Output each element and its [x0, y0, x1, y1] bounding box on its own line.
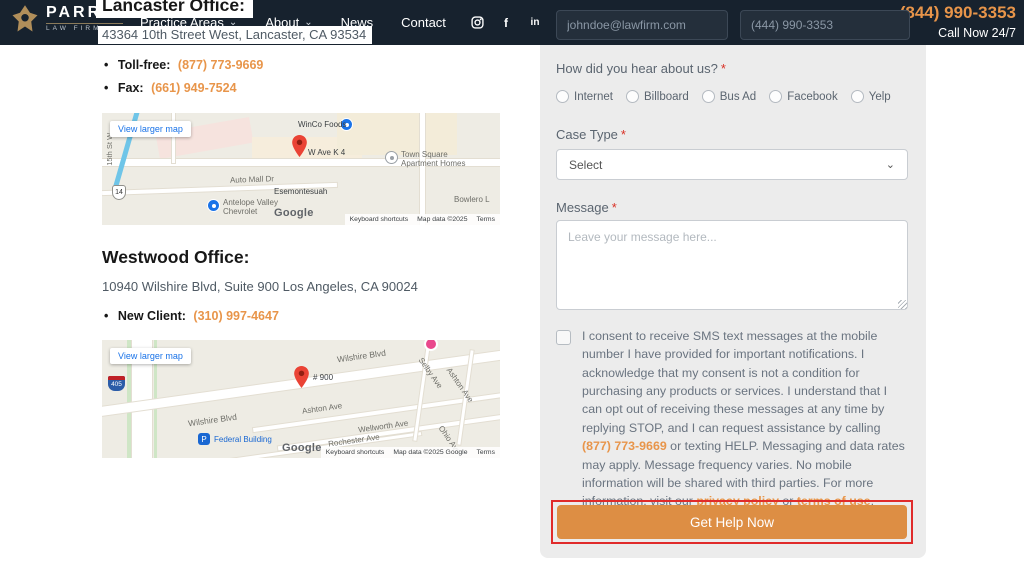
keyboard-shortcuts-link[interactable]: Keyboard shortcuts [350, 216, 409, 223]
terms-link[interactable]: Terms [476, 449, 495, 456]
page: PARRIS LAW FIRM Practice Areas ⌄ About ⌄… [0, 0, 1024, 573]
map-label: Wilshire Blvd [337, 349, 387, 366]
radio-circle-icon [851, 90, 864, 103]
radio-circle-icon [769, 90, 782, 103]
radio-circle-icon [556, 90, 569, 103]
parking-poi-icon[interactable]: P [198, 433, 210, 445]
list-item: • Toll-free: (877) 773-9669 [104, 58, 263, 72]
map-data-label: Map data ©2025 [417, 216, 467, 223]
westwood-map-embed[interactable]: 405 View larger map # 900 Wilshire Blvd … [102, 340, 500, 458]
linkedin-icon[interactable]: in [528, 16, 542, 30]
westwood-contacts: • New Client: (310) 997-4647 [104, 309, 279, 332]
map-data-label: Map data ©2025 Google [393, 449, 467, 456]
map-label: Ashton Ave [302, 401, 343, 416]
town-square-poi-icon[interactable] [385, 151, 398, 164]
terms-link[interactable]: Terms [476, 216, 495, 223]
poi-magenta-icon[interactable] [424, 340, 438, 351]
view-larger-map-link[interactable]: View larger map [110, 348, 191, 364]
map-label: Federal Building [214, 435, 272, 444]
required-asterisk: * [621, 127, 626, 142]
map-label: W Ave K 4 [308, 148, 345, 157]
map-attribution: Keyboard shortcuts Map data ©2025 Terms [345, 214, 500, 225]
nav-contact[interactable]: Contact [401, 15, 446, 30]
radio-yelp[interactable]: Yelp [851, 90, 891, 103]
view-larger-map-link[interactable]: View larger map [110, 121, 191, 137]
google-logo[interactable]: Google [274, 207, 314, 219]
map-pin-icon[interactable] [294, 366, 309, 388]
new-client-phone-link[interactable]: (310) 997-4647 [193, 309, 278, 323]
radio-circle-icon [626, 90, 639, 103]
map-label: # 900 [313, 373, 333, 382]
map-label: Wilshire Blvd [188, 413, 238, 430]
header-phone-block: (844) 990-3353 Call Now 24/7 [900, 3, 1016, 40]
consent-phone-link[interactable]: (877) 773-9669 [582, 439, 667, 453]
route-14-shield: 14 [112, 185, 126, 200]
sms-consent-checkbox[interactable] [556, 330, 571, 345]
lancaster-map-embed[interactable]: 14 View larger map WinCo Foods W Ave K 4… [102, 113, 500, 225]
map-label: 15th St W [106, 133, 115, 166]
fax-number: (661) 949-7524 [151, 81, 236, 95]
map-attribution: Keyboard shortcuts Map data ©2025 Google… [321, 447, 500, 458]
hear-about-label: How did you hear about us?* [556, 61, 726, 76]
westwood-office-address: 10940 Wilshire Blvd, Suite 900 Los Angel… [102, 279, 418, 294]
map-road [420, 113, 425, 225]
map-label: Esemontesuah [274, 187, 327, 196]
select-value: Select [569, 158, 602, 172]
map-label: Town SquareApartment Homes [401, 150, 465, 168]
tollfree-phone-link[interactable]: (877) 773-9669 [178, 58, 263, 72]
required-asterisk: * [721, 61, 726, 76]
parris-crest-icon [10, 4, 40, 34]
radio-circle-icon [702, 90, 715, 103]
phone-field[interactable] [740, 10, 910, 40]
interstate-405-shield: 405 [108, 376, 125, 391]
case-type-select[interactable]: Select ⌄ [556, 149, 908, 180]
get-help-now-button[interactable]: Get Help Now [557, 505, 907, 539]
google-logo[interactable]: Google [282, 442, 322, 454]
map-pin-icon[interactable] [292, 135, 307, 157]
required-asterisk: * [612, 200, 617, 215]
instagram-icon[interactable] [470, 16, 484, 30]
list-item: • New Client: (310) 997-4647 [104, 309, 279, 323]
map-label: Bowlero L [454, 195, 490, 204]
header-phone-link[interactable]: (844) 990-3353 [900, 3, 1016, 23]
map-area-patch [337, 113, 457, 155]
chevrolet-poi-icon[interactable] [207, 199, 220, 212]
map-label: Antelope ValleyChevrolet [223, 198, 278, 216]
list-item: • Fax: (661) 949-7524 [104, 81, 263, 95]
radio-billboard[interactable]: Billboard [626, 90, 689, 103]
message-label: Message* [556, 200, 617, 215]
keyboard-shortcuts-link[interactable]: Keyboard shortcuts [326, 449, 385, 456]
message-textarea[interactable] [556, 220, 908, 310]
radio-internet[interactable]: Internet [556, 90, 613, 103]
map-label: WinCo Foods [298, 120, 346, 129]
radio-bus-ad[interactable]: Bus Ad [702, 90, 756, 103]
lancaster-office-address: 43364 10th Street West, Lancaster, CA 93… [98, 26, 372, 44]
facebook-icon[interactable]: f [499, 16, 513, 30]
call-now-label: Call Now 24/7 [900, 26, 1016, 40]
resize-handle[interactable] [898, 300, 907, 309]
map-label: Auto Mall Dr [230, 174, 274, 185]
case-type-label: Case Type* [556, 127, 626, 142]
chevron-down-icon: ⌄ [886, 158, 895, 171]
sms-consent-text: I consent to receive SMS text messages a… [582, 327, 908, 511]
lancaster-office-heading: Lancaster Office: [96, 0, 253, 18]
radio-facebook[interactable]: Facebook [769, 90, 838, 103]
hear-about-options: Internet Billboard Bus Ad Facebook Yelp [556, 90, 908, 103]
sms-consent-block: I consent to receive SMS text messages a… [556, 327, 908, 511]
westwood-office-heading: Westwood Office: [102, 247, 249, 268]
email-field[interactable] [556, 10, 728, 40]
lancaster-contacts: • Toll-free: (877) 773-9669 • Fax: (661)… [104, 58, 263, 104]
